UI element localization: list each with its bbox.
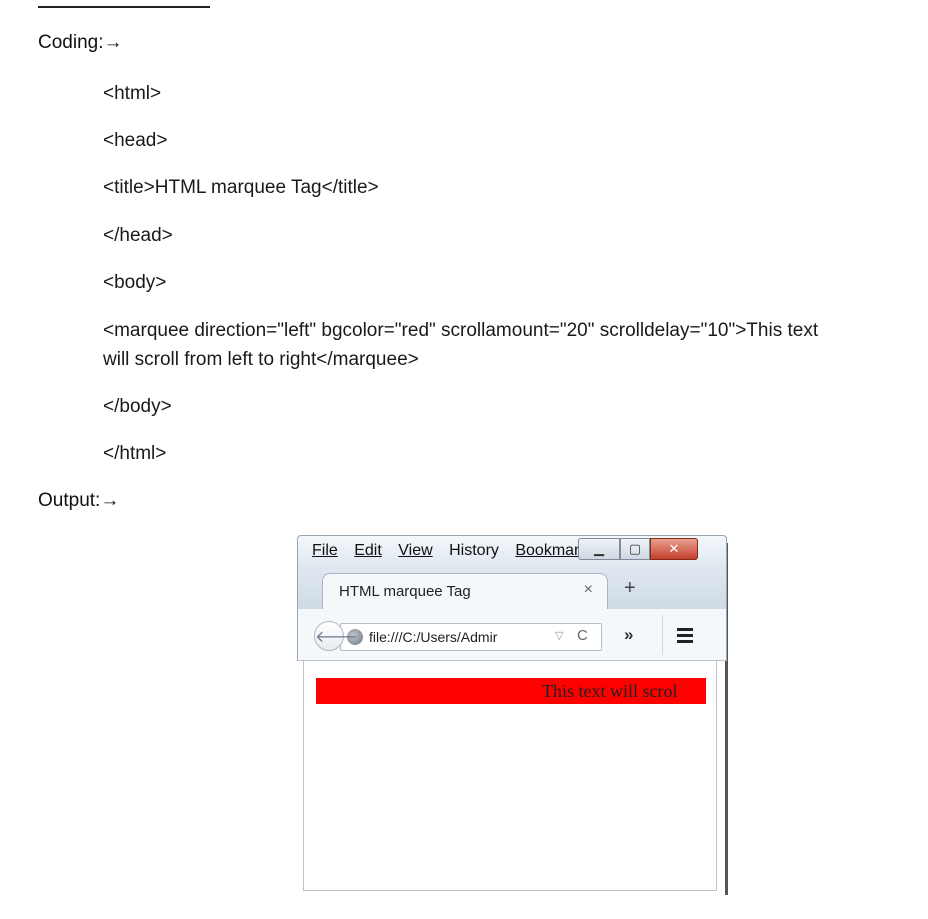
- overflow-chevrons-icon[interactable]: »: [624, 625, 633, 645]
- hamburger-menu-icon[interactable]: [672, 621, 700, 649]
- code-line-3: <title>HTML marquee Tag</title>: [103, 177, 379, 198]
- toolbar-separator: [662, 615, 663, 655]
- reload-icon[interactable]: C: [577, 627, 588, 644]
- title-bar: File Edit View History Bookmar ▁ ▢ ✕: [297, 535, 727, 569]
- back-button[interactable]: 🡐: [314, 621, 358, 651]
- minimize-button[interactable]: ▁: [578, 538, 620, 560]
- coding-heading: Coding:→: [38, 32, 123, 53]
- menu-file[interactable]: File: [312, 542, 338, 559]
- menu-history[interactable]: History: [449, 542, 499, 559]
- maximize-icon: ▢: [628, 541, 642, 556]
- minimize-icon: ▁: [594, 541, 604, 556]
- code-line-8: </body>: [103, 396, 172, 417]
- history-dropdown-icon[interactable]: ▽: [555, 629, 563, 642]
- menu-bookmarks[interactable]: Bookmar: [515, 542, 579, 559]
- url-text: file:///C:/Users/Admir: [369, 629, 498, 645]
- marquee-text: This text will scrol: [542, 681, 678, 701]
- code-line-7: will scroll from left to right</marquee>: [103, 349, 419, 370]
- menu-edit[interactable]: Edit: [354, 542, 382, 559]
- back-arrow-icon: 🡐: [315, 629, 358, 646]
- page-viewport: This text will scrol: [303, 661, 717, 891]
- address-bar[interactable]: file:///C:/Users/Admir ▽ C: [340, 623, 602, 651]
- code-line-9: </html>: [103, 443, 167, 464]
- navigation-bar: file:///C:/Users/Admir ▽ C 🡐 »: [297, 609, 727, 661]
- marquee-banner: This text will scrol: [316, 678, 706, 704]
- close-window-button[interactable]: ✕: [650, 538, 698, 560]
- tab-strip: HTML marquee Tag × +: [297, 569, 727, 609]
- close-icon: ✕: [668, 541, 680, 556]
- browser-window: File Edit View History Bookmar ▁ ▢ ✕ HTM…: [297, 535, 728, 895]
- new-tab-button[interactable]: +: [624, 577, 636, 600]
- code-line-2: <head>: [103, 130, 168, 151]
- tab-title: HTML marquee Tag: [339, 583, 471, 600]
- window-controls: ▁ ▢ ✕: [578, 538, 718, 562]
- top-divider: [38, 6, 210, 8]
- tab-close-icon[interactable]: ×: [584, 581, 593, 599]
- code-line-5: <body>: [103, 272, 167, 293]
- maximize-button[interactable]: ▢: [620, 538, 650, 560]
- menu-view[interactable]: View: [398, 542, 432, 559]
- menu-bar: File Edit View History Bookmar: [312, 542, 591, 560]
- code-line-4: </head>: [103, 225, 173, 246]
- code-line-6: <marquee direction="left" bgcolor="red" …: [103, 320, 819, 341]
- code-line-1: <html>: [103, 83, 162, 104]
- output-heading: Output:→: [38, 490, 120, 511]
- tab-html-marquee[interactable]: HTML marquee Tag ×: [322, 573, 608, 609]
